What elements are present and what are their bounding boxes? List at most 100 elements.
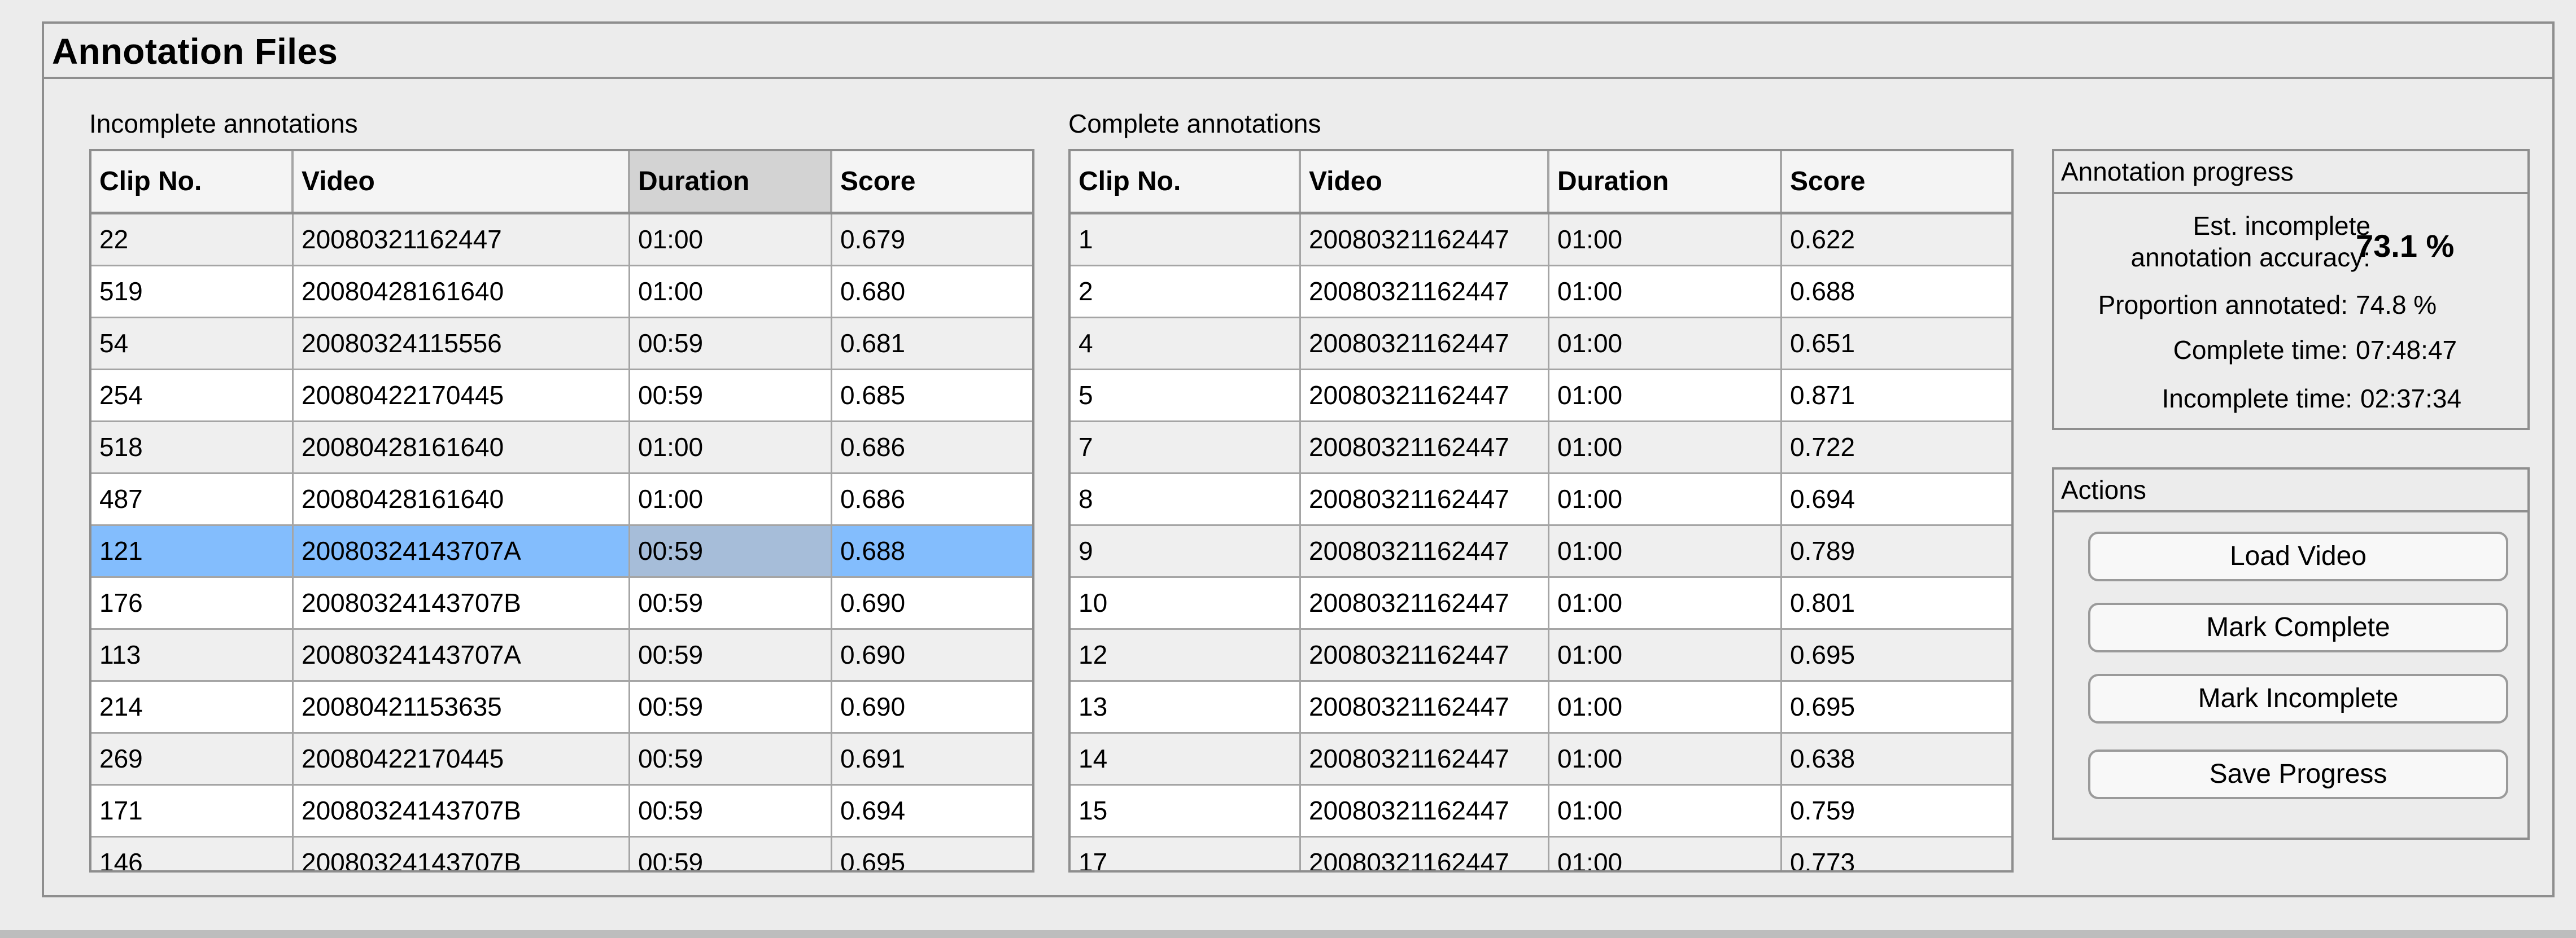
complete-header-clip-no[interactable]: Clip No. [1071,151,1301,212]
complete-header-score[interactable]: Score [1782,151,2011,212]
table-cell: 01:00 [1549,370,1782,420]
incomplete-header-clip-no[interactable]: Clip No. [91,151,294,212]
table-cell: 0.679 [840,225,906,254]
table-cell: 0.691 [840,744,906,773]
complete-table-body: 1 20080321162447 01:00 0.622 2 20080321162447… [1071,214,2011,870]
table-row[interactable]: 15 20080321162447 01:00 0.759 [1071,786,2011,838]
table-cell: 9 [1071,526,1301,576]
table-row[interactable]: 4 20080321162447 01:00 0.651 [1071,318,2011,370]
table-row[interactable]: 2 20080321162447 01:00 0.688 [1071,266,2011,318]
table-cell: 20080324115556 [294,318,630,369]
accuracy-label: Est. incomplete annotation accuracy: [2077,210,2371,273]
table-cell: 0.680 [840,277,906,306]
table-cell: 00:59 [630,370,832,420]
table-cell: 0.690 [840,588,906,617]
table-cell: 15 [1071,786,1301,836]
table-cell: 7 [1071,422,1301,472]
table-cell: 01:00 [1549,630,1782,680]
table-cell: 519 [91,266,294,317]
table-cell: 121 [91,526,294,576]
table-row[interactable]: 518 20080428161640 01:00 0.686 [91,422,1032,474]
table-row[interactable]: 1 20080321162447 01:00 0.622 [1071,214,2011,266]
table-cell: 13 [1071,682,1301,732]
table-row[interactable]: 14 20080321162447 01:00 0.638 [1071,734,2011,786]
table-cell: 0.694 [1790,484,1855,514]
table-row[interactable]: 10 20080321162447 01:00 0.801 [1071,578,2011,630]
table-cell: 01:00 [630,266,832,317]
table-row[interactable]: 17 20080321162447 01:00 0.773 [1071,838,2011,870]
table-cell: 0.685 [840,380,906,410]
table-row[interactable]: 269 20080422170445 00:59 0.691 [91,734,1032,786]
table-row[interactable]: 171 20080324143707B 00:59 0.694 [91,786,1032,838]
incomplete-header-duration[interactable]: Duration [630,151,832,212]
table-cell: 20080428161640 [294,474,630,524]
table-cell: 20080422170445 [294,370,630,420]
table-row[interactable]: 176 20080324143707B 00:59 0.690 [91,578,1032,630]
complete-header-duration[interactable]: Duration [1549,151,1782,212]
complete-header-video[interactable]: Video [1301,151,1549,212]
table-cell: 0.695 [1790,692,1855,721]
table-row[interactable]: 13 20080321162447 01:00 0.695 [1071,682,2011,734]
table-row[interactable]: 12 20080321162447 01:00 0.695 [1071,630,2011,682]
annotation-progress-group: Annotation progress Est. incomplete anno… [2052,149,2530,430]
table-cell: 01:00 [1549,422,1782,472]
table-cell: 20080321162447 [1301,214,1549,265]
actions-group: Actions Load Video Mark Complete Mark In… [2052,467,2530,840]
table-cell: 254 [91,370,294,420]
incomplete-annotations-table[interactable]: Clip No. Video Duration Score 22 20080321… [89,149,1034,873]
table-cell: 00:59 [630,526,832,576]
table-row[interactable]: 214 20080421153635 00:59 0.690 [91,682,1032,734]
table-cell: 5 [1071,370,1301,420]
incomplete-header-score[interactable]: Score [832,151,1032,212]
table-cell: 00:59 [630,318,832,369]
table-row[interactable]: 8 20080321162447 01:00 0.694 [1071,474,2011,526]
table-row[interactable]: 146 20080324143707B 00:59 0.695 [91,838,1032,870]
table-cell: 01:00 [1549,318,1782,369]
table-cell: 00:59 [630,838,832,870]
mark-complete-button[interactable]: Mark Complete [2088,603,2508,652]
table-cell: 01:00 [1549,786,1782,836]
table-row[interactable]: 121 20080324143707A 00:59 0.688 [91,526,1032,578]
incomplete-header-video[interactable]: Video [294,151,630,212]
table-row[interactable]: 519 20080428161640 01:00 0.680 [91,266,1032,318]
load-video-button[interactable]: Load Video [2088,532,2508,581]
table-cell: 20080321162447 [1301,318,1549,369]
table-cell: 20080321162447 [1301,630,1549,680]
table-row[interactable]: 113 20080324143707A 00:59 0.690 [91,630,1032,682]
table-row[interactable]: 7 20080321162447 01:00 0.722 [1071,422,2011,474]
complete-annotations-caption: Complete annotations [1068,109,1321,138]
table-cell: 20080324143707B [294,578,630,628]
table-cell: 0.759 [1790,796,1855,825]
accuracy-value: 73.1 % [2356,228,2455,264]
table-cell: 00:59 [630,578,832,628]
table-cell: 20080321162447 [1301,266,1549,317]
table-row[interactable]: 5 20080321162447 01:00 0.871 [1071,370,2011,422]
table-row[interactable]: 54 20080324115556 00:59 0.681 [91,318,1032,370]
table-cell: 54 [91,318,294,369]
table-cell: 20080321162447 [1301,370,1549,420]
table-cell: 20080422170445 [294,734,630,784]
table-row[interactable]: 487 20080428161640 01:00 0.686 [91,474,1032,526]
table-cell: 01:00 [1549,474,1782,524]
save-progress-button[interactable]: Save Progress [2088,749,2508,799]
complete-annotations-table[interactable]: Clip No. Video Duration Score 1 200803211… [1068,149,2014,873]
table-cell: 20080321162447 [1301,474,1549,524]
complete-time-value: 07:48:47 [2356,335,2457,365]
table-cell: 20080321162447 [1301,526,1549,576]
table-cell: 0.686 [840,432,906,462]
table-cell: 20080428161640 [294,422,630,472]
table-cell: 2 [1071,266,1301,317]
mark-incomplete-button[interactable]: Mark Incomplete [2088,674,2508,724]
table-cell: 14 [1071,734,1301,784]
table-row[interactable]: 254 20080422170445 00:59 0.685 [91,370,1032,422]
table-row[interactable]: 9 20080321162447 01:00 0.789 [1071,526,2011,578]
incomplete-time-label: Incomplete time: [2162,384,2352,413]
table-cell: 0.651 [1790,328,1855,358]
table-cell: 4 [1071,318,1301,369]
table-cell: 0.686 [840,484,906,514]
table-row[interactable]: 22 20080321162447 01:00 0.679 [91,214,1032,266]
table-cell: 20080324143707B [294,786,630,836]
table-cell: 20080321162447 [294,214,630,265]
table-cell: 0.690 [840,640,906,669]
table-cell: 0.638 [1790,744,1855,773]
